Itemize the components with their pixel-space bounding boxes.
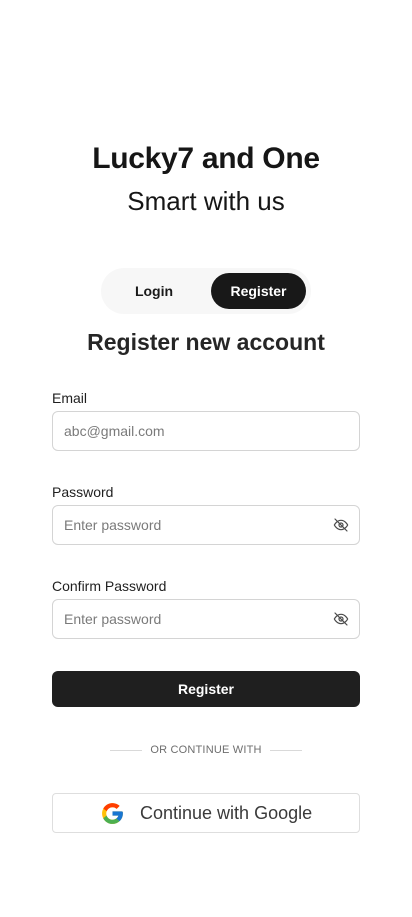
confirm-password-label: Confirm Password <box>52 578 167 594</box>
auth-tab-switch: Login Register <box>101 268 311 314</box>
eye-off-icon[interactable] <box>333 517 349 533</box>
divider-line-left <box>110 749 142 751</box>
email-label: Email <box>52 390 88 406</box>
app-title: Lucky7 and One <box>92 142 320 175</box>
password-label: Password <box>52 484 114 500</box>
register-button[interactable]: Register <box>52 671 360 707</box>
tab-register[interactable]: Register <box>211 273 306 309</box>
email-input[interactable] <box>64 412 324 450</box>
tab-login[interactable]: Login <box>107 273 201 309</box>
divider-line-right <box>269 749 302 751</box>
confirm-password-input[interactable] <box>64 600 324 638</box>
continue-with-google-button[interactable]: Continue with Google <box>52 793 360 833</box>
confirm-password-field-container <box>52 599 360 639</box>
form-heading: Register new account <box>87 329 325 355</box>
google-button-label: Continue with Google <box>140 803 313 823</box>
divider-text: OR CONTINUE WITH <box>150 744 262 756</box>
or-divider: OR CONTINUE WITH <box>110 742 302 758</box>
email-field-container <box>52 411 360 451</box>
password-input[interactable] <box>64 506 324 544</box>
password-field-container <box>52 505 360 545</box>
register-screen: Lucky7 and One Smart with us Login Regis… <box>0 0 412 917</box>
google-logo-icon <box>102 803 123 824</box>
eye-off-icon[interactable] <box>333 611 349 627</box>
app-subtitle: Smart with us <box>127 186 285 216</box>
